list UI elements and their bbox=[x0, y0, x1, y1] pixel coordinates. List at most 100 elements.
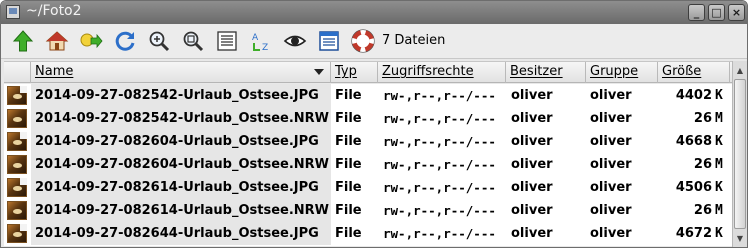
file-size-unit: K bbox=[715, 88, 723, 103]
scroll-up-icon[interactable]: ▲ bbox=[733, 63, 747, 77]
file-size: 4672 bbox=[675, 226, 712, 241]
file-group: oliver bbox=[590, 134, 632, 149]
file-size-unit: K bbox=[715, 226, 723, 241]
table-row[interactable]: 2014-09-27-082644-Urlaub_Ostsee.JPG File r… bbox=[4, 222, 732, 245]
image-thumbnail-icon bbox=[7, 109, 27, 128]
file-rights: rw-,r--,r--/--- bbox=[383, 134, 496, 149]
thumbnail-detail bbox=[13, 140, 22, 145]
file-rights: rw-,r--,r--/--- bbox=[383, 180, 496, 195]
file-size-unit: M bbox=[715, 111, 723, 126]
thumbnail-detail bbox=[13, 209, 22, 214]
toolbar: AZ 7 Dateien bbox=[1, 24, 747, 59]
maximize-button[interactable]: □ bbox=[708, 4, 725, 21]
file-group: oliver bbox=[590, 226, 632, 241]
file-size-unit: M bbox=[715, 203, 723, 218]
close-button[interactable]: × bbox=[728, 4, 745, 21]
file-count: 7 Dateien bbox=[382, 33, 446, 48]
file-group: oliver bbox=[590, 88, 632, 103]
go-to-folder-icon[interactable] bbox=[78, 28, 104, 54]
column-header-size-label: Größe bbox=[662, 64, 702, 79]
file-rights: rw-,r--,r--/--- bbox=[383, 203, 496, 218]
scroll-down-icon[interactable]: ▼ bbox=[733, 231, 747, 245]
file-size: 26 bbox=[693, 111, 712, 126]
image-thumbnail-icon bbox=[7, 224, 27, 243]
file-size-unit: M bbox=[715, 157, 723, 172]
sort-descending-icon bbox=[314, 69, 324, 75]
column-header-type[interactable]: Typ bbox=[331, 62, 378, 83]
scrollbar-thumb[interactable] bbox=[734, 79, 746, 229]
file-size: 4668 bbox=[675, 134, 712, 149]
file-size: 26 bbox=[693, 203, 712, 218]
window-title: ~/Foto2 bbox=[26, 3, 82, 19]
vertical-scrollbar[interactable]: ▲ ▼ bbox=[732, 61, 747, 247]
column-header-owner-label: Besitzer bbox=[510, 64, 563, 79]
column-header-size[interactable]: Größe bbox=[658, 62, 730, 83]
table-row[interactable]: 2014-09-27-082542-Urlaub_Ostsee.NRW File r… bbox=[4, 107, 732, 130]
file-name: 2014-09-27-082614-Urlaub_Ostsee.JPG bbox=[31, 176, 331, 199]
file-rights: rw-,r--,r--/--- bbox=[383, 226, 496, 241]
file-group: oliver bbox=[590, 203, 632, 218]
list-view-icon[interactable] bbox=[214, 28, 240, 54]
file-size-unit: K bbox=[715, 180, 723, 195]
show-hidden-eye-icon[interactable] bbox=[282, 28, 308, 54]
column-header-owner[interactable]: Besitzer bbox=[506, 62, 586, 83]
thumbnail-detail bbox=[13, 163, 22, 168]
file-name: 2014-09-27-082542-Urlaub_Ostsee.JPG bbox=[31, 84, 331, 107]
table-row[interactable]: 2014-09-27-082604-Urlaub_Ostsee.JPG File r… bbox=[4, 130, 732, 153]
up-arrow-icon[interactable] bbox=[10, 28, 36, 54]
file-type: File bbox=[335, 203, 362, 218]
file-rights: rw-,r--,r--/--- bbox=[383, 88, 496, 103]
file-owner: oliver bbox=[511, 88, 553, 103]
table-row[interactable]: 2014-09-27-082604-Urlaub_Ostsee.NRW File r… bbox=[4, 153, 732, 176]
sort-az-icon[interactable]: AZ bbox=[248, 28, 274, 54]
refresh-icon[interactable] bbox=[112, 28, 138, 54]
column-header: Name Typ Zugriffsrechte Besitzer Gruppe … bbox=[4, 61, 732, 83]
file-rights: rw-,r--,r--/--- bbox=[383, 157, 496, 172]
table-row[interactable]: 2014-09-27-082614-Urlaub_Ostsee.JPG File r… bbox=[4, 176, 732, 199]
file-owner: oliver bbox=[511, 226, 553, 241]
file-name: 2014-09-27-082614-Urlaub_Ostsee.NRW bbox=[31, 199, 331, 222]
file-name: 2014-09-27-082644-Urlaub_Ostsee.JPG bbox=[31, 222, 331, 245]
file-type: File bbox=[335, 88, 362, 103]
file-size: 26 bbox=[693, 157, 712, 172]
file-owner: oliver bbox=[511, 134, 553, 149]
image-thumbnail-icon bbox=[7, 178, 27, 197]
file-group: oliver bbox=[590, 111, 632, 126]
details-view-icon[interactable] bbox=[316, 28, 342, 54]
thumbnail-detail bbox=[13, 94, 22, 99]
file-type: File bbox=[335, 157, 362, 172]
zoom-fit-icon[interactable] bbox=[180, 28, 206, 54]
file-rights: rw-,r--,r--/--- bbox=[383, 111, 496, 126]
help-lifebuoy-icon[interactable] bbox=[350, 28, 376, 54]
zoom-in-icon[interactable] bbox=[146, 28, 172, 54]
home-icon[interactable] bbox=[44, 28, 70, 54]
column-header-type-label: Typ bbox=[335, 64, 357, 79]
file-type: File bbox=[335, 111, 362, 126]
file-manager-window: ~/Foto2 _ □ × AZ 7 Dateien Name Typ Zugr… bbox=[0, 0, 748, 248]
file-group: oliver bbox=[590, 157, 632, 172]
minimize-button[interactable]: _ bbox=[688, 4, 705, 21]
image-thumbnail-icon bbox=[7, 132, 27, 151]
column-header-rights-label: Zugriffsrechte bbox=[382, 64, 474, 79]
file-group: oliver bbox=[590, 180, 632, 195]
file-size: 4506 bbox=[675, 180, 712, 195]
title-bar[interactable]: ~/Foto2 _ □ × bbox=[1, 1, 747, 24]
table-row[interactable]: 2014-09-27-082614-Urlaub_Ostsee.NRW File r… bbox=[4, 199, 732, 222]
image-thumbnail-icon bbox=[7, 155, 27, 174]
svg-text:Z: Z bbox=[262, 43, 268, 53]
image-thumbnail-icon bbox=[7, 86, 27, 105]
file-size-unit: K bbox=[715, 134, 723, 149]
svg-text:A: A bbox=[252, 33, 259, 43]
file-name: 2014-09-27-082604-Urlaub_Ostsee.NRW bbox=[31, 153, 331, 176]
column-header-group[interactable]: Gruppe bbox=[586, 62, 658, 83]
thumbnail-detail bbox=[13, 232, 22, 237]
column-header-name[interactable]: Name bbox=[31, 62, 331, 83]
app-icon[interactable] bbox=[6, 5, 20, 19]
thumbnail-detail bbox=[13, 186, 22, 191]
table-row[interactable]: 2014-09-27-082542-Urlaub_Ostsee.JPG File r… bbox=[4, 84, 732, 107]
file-name: 2014-09-27-082542-Urlaub_Ostsee.NRW bbox=[31, 107, 331, 130]
column-header-group-label: Gruppe bbox=[590, 64, 639, 79]
file-owner: oliver bbox=[511, 203, 553, 218]
column-header-rights[interactable]: Zugriffsrechte bbox=[378, 62, 506, 83]
column-header-icon[interactable] bbox=[4, 62, 31, 83]
